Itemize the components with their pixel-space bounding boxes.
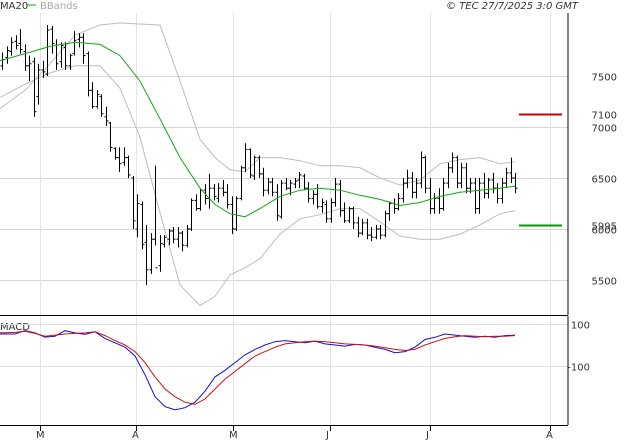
x-tick-label: J (325, 430, 329, 440)
price-y-tick-label: 7500 (592, 73, 617, 84)
macd-y-tick-label: 100 (571, 321, 590, 332)
x-tick-label: A (546, 430, 553, 440)
price-y-tick-label: 5500 (592, 277, 617, 288)
price-y-tick-label: 6000 (592, 226, 617, 237)
x-tick-label: M (36, 430, 45, 440)
x-tick-label: J (425, 430, 429, 440)
x-tick-label: M (229, 430, 238, 440)
price-y-tick-label: 7000 (592, 124, 617, 135)
legend-ma20-label: MA20 (0, 1, 28, 12)
stock-chart: MA20 BBands © TEC 27/7/2025 3:0 GMT 7100… (0, 0, 627, 440)
price-y-tick-label: 6500 (592, 175, 617, 186)
level-label: 7100 (592, 111, 617, 122)
legend-bbands-label: BBands (40, 1, 78, 12)
macd-y-tick-label: -100 (567, 363, 590, 374)
x-tick-label: A (132, 430, 139, 440)
copyright-text: © TEC 27/7/2025 3:0 GMT (446, 1, 579, 12)
